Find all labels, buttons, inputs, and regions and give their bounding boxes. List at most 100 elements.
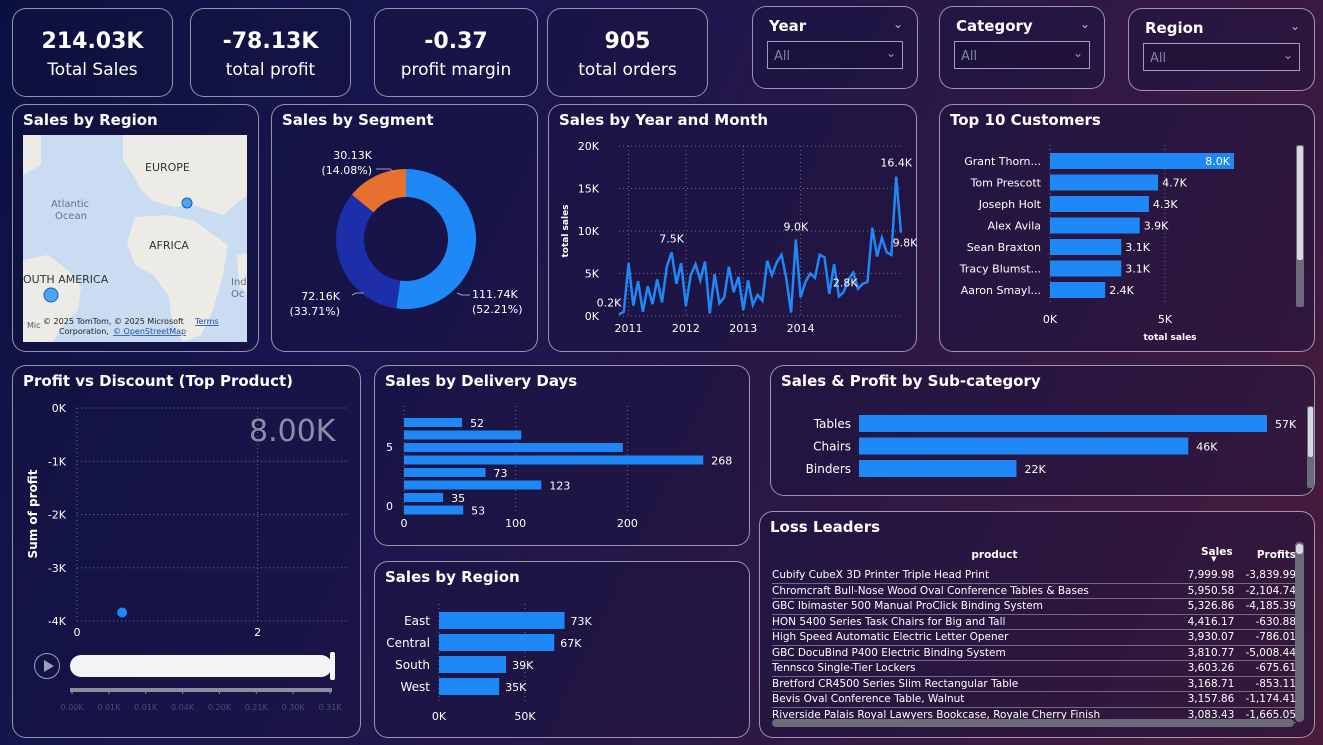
sales-cell: 5,326.86 <box>1187 600 1235 613</box>
x-tick-label: 2 <box>254 626 261 639</box>
scrollbar-thumb[interactable] <box>1296 544 1303 554</box>
map-bubble[interactable] <box>43 287 59 303</box>
bar[interactable] <box>404 418 463 427</box>
table-row[interactable]: GBC DocuBind P400 Electric Binding Syste… <box>772 646 1296 661</box>
data-label: 4.3K <box>1153 198 1178 211</box>
sales-line-chart[interactable]: 0K 5K 10K 15K 20K 2011 2012 2013 2014 total sales… <box>549 105 918 353</box>
bar[interactable] <box>1050 282 1106 298</box>
chevron-down-icon[interactable]: ⌄ <box>1080 17 1090 31</box>
slice-value-label: 111.74K <box>472 288 518 301</box>
table-row[interactable]: GBC Ibimaster 500 Manual ProClick Bindin… <box>772 599 1296 615</box>
data-label: 52 <box>470 417 484 430</box>
bar[interactable] <box>439 612 565 629</box>
play-axis-slider[interactable] <box>70 652 335 680</box>
table-row[interactable]: Bretford CR4500 Series Slim Rectangular … <box>772 677 1296 692</box>
y-tick-label: 0 <box>386 500 393 513</box>
category-label: South <box>395 658 430 672</box>
bar[interactable] <box>404 468 486 477</box>
profit-cell: -4,185.39 <box>1245 600 1296 613</box>
column-header-product[interactable]: product <box>772 549 1177 561</box>
data-label: 16.4K <box>880 157 912 170</box>
bar[interactable] <box>404 505 464 515</box>
region-dropdown[interactable]: All ⌄ <box>1143 43 1300 71</box>
map-label-indian-ocean: Oc <box>231 289 244 300</box>
data-label: 9.8K <box>893 237 918 250</box>
table-row[interactable]: Tennsco Single-Tier Lockers 3,603.26 -675.… <box>772 661 1296 677</box>
y-axis-label: total sales <box>561 204 571 257</box>
map-terms-link[interactable]: Terms <box>194 317 219 326</box>
play-button[interactable] <box>34 653 60 679</box>
x-tick-label: 0K <box>432 710 447 723</box>
category-label: Tracy Blumst... <box>959 263 1041 276</box>
bar[interactable] <box>439 656 507 673</box>
bar[interactable] <box>439 634 555 651</box>
category-dropdown[interactable]: All ⌄ <box>954 41 1090 69</box>
chart-title: Sales by Region <box>23 111 158 129</box>
table-row[interactable]: Chromcraft Bull-Nose Wood Oval Conferenc… <box>772 584 1296 599</box>
category-label: Grant Thorn... <box>964 155 1041 168</box>
yearmonth-card: Sales by Year and Month 0K 5K 10K 15K 20K 201… <box>548 104 918 353</box>
region-map[interactable]: EUROPE AFRICA OUTH AMERICA Atlantic Ocea… <box>23 135 247 342</box>
bar[interactable] <box>404 443 623 452</box>
bar[interactable] <box>439 678 500 695</box>
profit-cell: -675.61 <box>1255 662 1296 675</box>
bar[interactable] <box>1050 217 1140 234</box>
column-header-profits[interactable]: Profits <box>1235 549 1296 561</box>
scrollbar[interactable] <box>1307 406 1314 488</box>
slice-value-label: 72.16K <box>301 290 340 303</box>
table-row[interactable]: Bevis Oval Conference Table, Walnut 3,157… <box>772 692 1296 708</box>
segment-donut-chart[interactable]: 111.74K (52.21%) 72.16K (33.71%) 30.13K (14.0… <box>272 105 539 353</box>
play-axis-tick-label: 0.21K <box>245 703 269 712</box>
scrollbar-vertical[interactable] <box>1295 542 1304 722</box>
donut-slice[interactable] <box>396 169 476 309</box>
bar[interactable] <box>404 480 542 490</box>
scrollbar-thumb[interactable] <box>1297 146 1303 260</box>
bar[interactable] <box>1050 260 1122 277</box>
bar[interactable] <box>859 460 1017 477</box>
bar[interactable] <box>859 437 1189 455</box>
scrollbar[interactable] <box>1296 145 1304 307</box>
bar[interactable] <box>1050 196 1149 212</box>
category-label: Central <box>386 636 430 650</box>
customers-bar-chart[interactable]: 0K 5K total sales Grant Thorn... 8.0K Tom Pre… <box>940 105 1316 353</box>
subcategory-bar-chart[interactable]: Tables 57K Chairs 46K Binders 22K <box>771 366 1316 497</box>
table-row[interactable]: Cubify CubeX 3D Printer Triple Head Prin… <box>772 568 1296 584</box>
category-label: Binders <box>806 462 851 476</box>
bar[interactable] <box>404 430 522 440</box>
bar[interactable] <box>1050 174 1159 191</box>
region-slicer[interactable]: Region ⌄ All ⌄ <box>1128 8 1315 91</box>
y-axis-label: Sum of profit <box>26 469 40 558</box>
bar[interactable] <box>1050 239 1122 255</box>
year-dropdown[interactable]: All ⌄ <box>767 41 903 69</box>
sales-cell: 5,950.58 <box>1187 584 1235 597</box>
category-label: Joseph Holt <box>978 198 1042 211</box>
table-row[interactable]: HON 5400 Series Task Chairs for Big and … <box>772 615 1296 630</box>
chevron-down-icon[interactable]: ⌄ <box>893 17 903 31</box>
map-osm-link[interactable]: © OpenStreetMap <box>113 327 186 336</box>
sales-cell: 3,603.26 <box>1187 662 1235 675</box>
dropdown-value: All <box>1150 51 1167 66</box>
map-corporation: Corporation, <box>59 327 109 336</box>
bar[interactable] <box>404 493 444 502</box>
scrollbar-thumb[interactable] <box>1308 407 1313 457</box>
slider-handle[interactable] <box>330 652 335 680</box>
data-label: 7.5K <box>659 232 684 245</box>
data-label: 35 <box>451 492 465 505</box>
bar[interactable] <box>859 415 1267 432</box>
category-label: East <box>404 614 430 628</box>
table-row[interactable]: High Speed Automatic Electric Letter Ope… <box>772 630 1296 646</box>
chevron-down-icon[interactable]: ⌄ <box>1290 19 1300 33</box>
y-tick-label: 15K <box>578 183 600 196</box>
year-slicer[interactable]: Year ⌄ All ⌄ <box>752 6 918 89</box>
donut-slice[interactable] <box>336 194 401 309</box>
map-bubble[interactable] <box>181 197 193 209</box>
scrollbar-horizontal[interactable] <box>772 719 1294 727</box>
bar[interactable] <box>404 455 704 465</box>
category-slicer[interactable]: Category ⌄ All ⌄ <box>939 6 1105 89</box>
sales-cell: 3,157.86 <box>1187 693 1235 706</box>
y-tick-label: -3K <box>48 562 67 575</box>
delivery-bar-chart[interactable]: 0 100 200 5 0 52 268 73 123 35 53 <box>375 366 751 547</box>
region-bar-chart[interactable]: 0K 50K East 73K Central 67K South 39K West 35K <box>375 562 751 739</box>
scatter-point[interactable] <box>117 607 128 618</box>
slicer-title: Year <box>769 17 807 35</box>
